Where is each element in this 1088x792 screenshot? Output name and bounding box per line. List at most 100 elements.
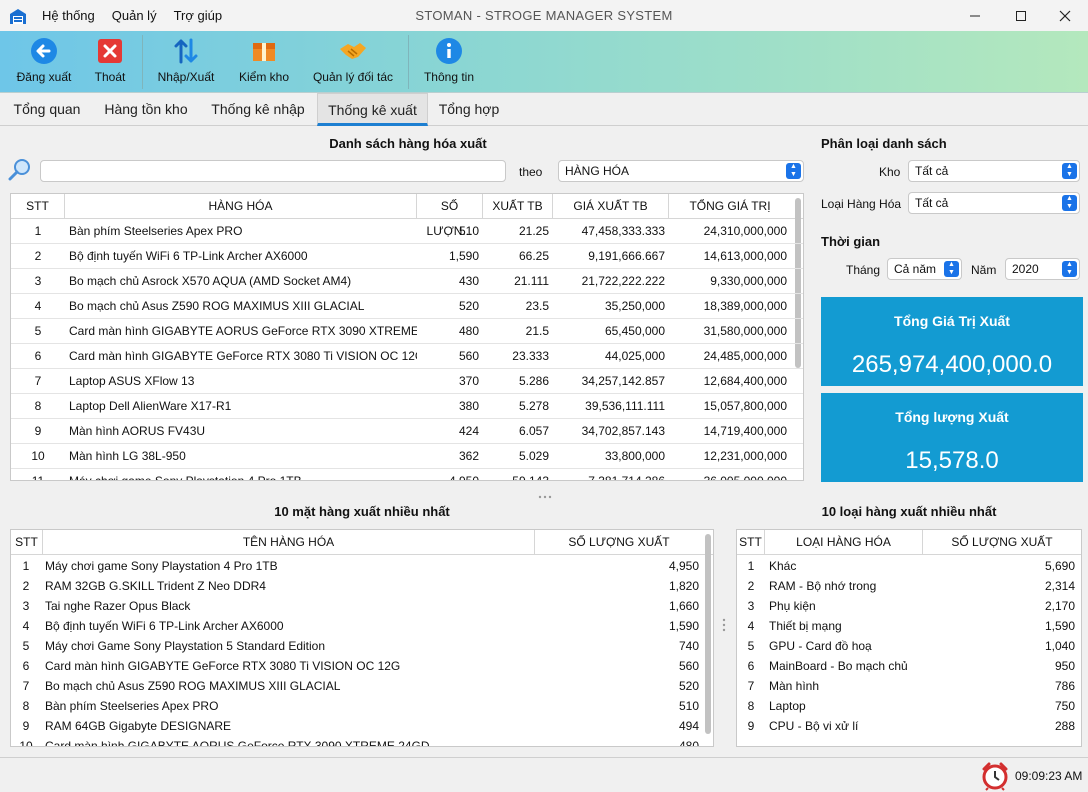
table-row[interactable]: 7 Bo mạch chủ Asus Z590 ROG MAXIMUS XIII … <box>11 676 713 696</box>
toolbar-divider <box>408 35 409 89</box>
menu-he-thong[interactable]: Hệ thống <box>42 8 95 23</box>
cell-so-luong: 520 <box>458 299 479 313</box>
col-tong-gia-tri[interactable]: TỔNG GIÁ TRỊ <box>669 194 791 219</box>
tab-hang-ton-kho[interactable]: Hàng tồn kho <box>94 93 198 126</box>
cell-so-luong: 4,950 <box>448 474 479 481</box>
table-row[interactable]: 7 Màn hình 786 <box>737 676 1081 696</box>
cell-stt: 6 <box>747 659 755 673</box>
col-stt[interactable]: STT <box>11 530 43 555</box>
table-row[interactable]: 1 Khác 5,690 <box>737 556 1081 576</box>
cell-hang-hoa: Bo mạch chủ Asrock X570 AQUA (AMD Socket… <box>69 274 352 288</box>
table-row[interactable]: 3 Bo mạch chủ Asrock X570 AQUA (AMD Socke… <box>11 269 803 294</box>
minimize-button[interactable] <box>952 0 998 31</box>
cell-so-luong-xuat: 510 <box>678 699 699 713</box>
info-button[interactable]: Thông tin <box>420 36 478 90</box>
col-stt[interactable]: STT <box>11 194 65 219</box>
table-row[interactable]: 4 Bo mạch chủ Asus Z590 ROG MAXIMUS XIII … <box>11 294 803 319</box>
exit-label: Thoát <box>94 70 126 84</box>
table-row[interactable]: 6 Card màn hình GIGABYTE GeForce RTX 3080… <box>11 656 713 676</box>
col-xuat-tb[interactable]: XUẤT TB <box>483 194 553 219</box>
table-row[interactable]: 6 Card màn hình GIGABYTE GeForce RTX 3080… <box>11 344 803 369</box>
tab-thong-ke-xuat[interactable]: Thống kê xuất <box>317 93 428 126</box>
kho-label: Kho <box>879 165 901 179</box>
table-row[interactable]: 3 Tai nghe Razer Opus Black 1,660 <box>11 596 713 616</box>
table-row[interactable]: 1 Máy chơi game Sony Playstation 4 Pro 1T… <box>11 556 713 576</box>
import-export-button[interactable]: Nhập/Xuất <box>154 36 218 90</box>
close-window-button[interactable] <box>1042 0 1088 31</box>
cell-gia-xuat-tb: 33,800,000 <box>604 449 665 463</box>
table-row[interactable]: 10 Màn hình LG 38L-950 362 5.029 33,800,000 1… <box>11 444 803 469</box>
table-row[interactable]: 8 Bàn phím Steelseries Apex PRO 510 <box>11 696 713 716</box>
table-row[interactable]: 1 Bàn phím Steelseries Apex PRO 510 21.25 47… <box>11 219 803 244</box>
cell-loai-hang-hoa: Thiết bị mạng <box>769 619 842 633</box>
table-row[interactable]: 3 Phụ kiện 2,170 <box>737 596 1081 616</box>
cell-tong-gia-tri: 12,231,000,000 <box>703 449 787 463</box>
cell-so-luong-xuat: 1,590 <box>1044 619 1075 633</box>
splitter-handle[interactable] <box>538 488 552 499</box>
table-row[interactable]: 6 MainBoard - Bo mạch chủ 950 <box>737 656 1081 676</box>
loai-hang-hoa-value: Tất cả <box>915 196 949 210</box>
table-row[interactable]: 8 Laptop Dell AlienWare X17-R1 380 5.278 39,… <box>11 394 803 419</box>
cell-tong-gia-tri: 36,005,000,000 <box>703 474 787 481</box>
table-row[interactable]: 9 CPU - Bộ vi xử lí 288 <box>737 716 1081 736</box>
col-so-luong[interactable]: SỐ LƯỢN... <box>417 194 483 238</box>
cell-so-luong: 430 <box>458 274 479 288</box>
cell-ten-hang-hoa: RAM 64GB Gigabyte DESIGNARE <box>45 719 232 733</box>
clock-text: 09:09:23 AM <box>1015 769 1083 783</box>
table-row[interactable]: 2 Bộ định tuyến WiFi 6 TP-Link Archer AX6… <box>11 244 803 269</box>
col-loai-hang-hoa[interactable]: LOẠI HÀNG HÓA <box>765 530 923 555</box>
loai-hang-hoa-select[interactable]: Tất cả ▲ ▼ <box>908 192 1080 214</box>
partners-button[interactable]: Quản lý đối tác <box>310 36 396 90</box>
table-row[interactable]: 4 Bộ định tuyến WiFi 6 TP-Link Archer AX6… <box>11 616 713 636</box>
kho-value: Tất cả <box>915 164 949 178</box>
table-row[interactable]: 10 Card màn hình GIGABYTE AORUS GeForce R… <box>11 736 713 746</box>
spin-arrows-icon: ▲ ▼ <box>786 163 801 179</box>
table-row[interactable]: 2 RAM 32GB G.SKILL Trident Z Neo DDR4 1,82… <box>11 576 713 596</box>
table-row[interactable]: 9 Màn hình AORUS FV43U 424 6.057 34,702,857.… <box>11 419 803 444</box>
logout-button[interactable]: Đăng xuất <box>14 36 74 90</box>
inventory-button[interactable]: Kiểm kho <box>236 36 292 90</box>
tab-thong-ke-nhap[interactable]: Thống kê nhập <box>202 93 314 126</box>
col-so-luong-xuat[interactable]: SỐ LƯỢNG XUẤT <box>535 530 703 555</box>
col-so-luong-xuat[interactable]: SỐ LƯỢNG XUẤT <box>923 530 1081 555</box>
kho-select[interactable]: Tất cả ▲ ▼ <box>908 160 1080 182</box>
cell-tong-gia-tri: 18,389,000,000 <box>703 299 787 313</box>
cell-hang-hoa: Bàn phím Steelseries Apex PRO <box>69 224 243 238</box>
info-label: Thông tin <box>423 70 475 84</box>
cell-so-luong: 480 <box>458 324 479 338</box>
col-gia-xuat-tb[interactable]: GIÁ XUẤT TB <box>553 194 669 219</box>
table-row[interactable]: 2 RAM - Bộ nhớ trong 2,314 <box>737 576 1081 596</box>
cell-xuat-tb: 5.278 <box>518 399 549 413</box>
month-select[interactable]: Cả năm ▲ ▼ <box>887 258 962 280</box>
tab-tong-hop[interactable]: Tổng hợp <box>432 93 506 126</box>
menu-quan-ly[interactable]: Quản lý <box>112 8 157 23</box>
year-select[interactable]: 2020 ▲ ▼ <box>1005 258 1080 280</box>
top-items-header: STT TÊN HÀNG HÓA SỐ LƯỢNG XUẤT <box>11 530 713 555</box>
col-ten-hang-hoa[interactable]: TÊN HÀNG HÓA <box>43 530 535 555</box>
search-by-select[interactable]: HÀNG HÓA ▲ ▼ <box>558 160 804 182</box>
close-box-icon <box>95 36 125 66</box>
menu-tro-giup[interactable]: Trợ giúp <box>174 8 223 23</box>
vertical-splitter-handle[interactable] <box>722 618 726 632</box>
table-row[interactable]: 8 Laptop 750 <box>737 696 1081 716</box>
handshake-icon <box>338 36 368 66</box>
exit-button[interactable]: Thoát <box>90 36 130 90</box>
cell-ten-hang-hoa: Máy chơi Game Sony Playstation 5 Standar… <box>45 639 326 653</box>
maximize-button[interactable] <box>998 0 1044 31</box>
table-row[interactable]: 5 Card màn hình GIGABYTE AORUS GeForce RT… <box>11 319 803 344</box>
table-row[interactable]: 5 GPU - Card đồ hoạ 1,040 <box>737 636 1081 656</box>
table-row[interactable]: 9 RAM 64GB Gigabyte DESIGNARE 494 <box>11 716 713 736</box>
search-icon[interactable] <box>8 158 32 182</box>
table-row[interactable]: 5 Máy chơi Game Sony Playstation 5 Standa… <box>11 636 713 656</box>
tab-tong-quan[interactable]: Tổng quan <box>4 93 90 126</box>
cell-so-luong-xuat: 950 <box>1054 659 1075 673</box>
col-stt[interactable]: STT <box>737 530 765 555</box>
cell-stt: 1 <box>747 559 755 573</box>
table-row[interactable]: 4 Thiết bị mạng 1,590 <box>737 616 1081 636</box>
cell-stt: 3 <box>747 599 755 613</box>
col-hang-hoa[interactable]: HÀNG HÓA <box>65 194 417 219</box>
table-row[interactable]: 11 Máy chơi game Sony Playstation 4 Pro 1… <box>11 469 803 481</box>
cell-gia-xuat-tb: 44,025,000 <box>604 349 665 363</box>
search-input[interactable] <box>40 160 506 182</box>
table-row[interactable]: 7 Laptop ASUS XFlow 13 370 5.286 34,257,142.… <box>11 369 803 394</box>
